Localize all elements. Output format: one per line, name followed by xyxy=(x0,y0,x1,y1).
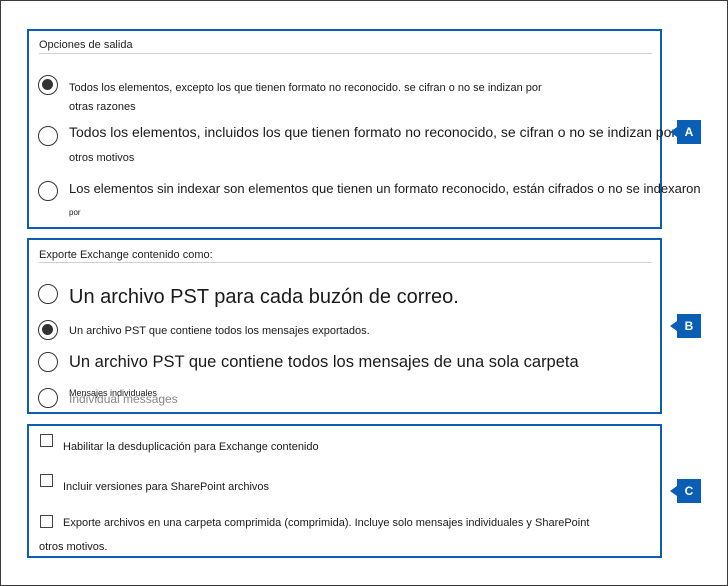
checkbox-label: Incluir versiones para SharePoint archiv… xyxy=(63,481,270,493)
checkbox-label: Habilitar la desduplicación para Exchang… xyxy=(63,441,319,453)
option-label: Todos los elementos, incluidos los que t… xyxy=(69,124,677,140)
option-label: Un archivo PST para cada buzón de correo… xyxy=(69,286,459,308)
option-label-cont: otros motivos xyxy=(69,152,135,164)
section-title: Exporte Exchange contenido como: xyxy=(39,249,213,261)
callout-badge-c: C xyxy=(670,479,701,503)
checkbox-sharepoint-versions[interactable] xyxy=(40,474,53,487)
option-label: Los elementos sin indexar son elementos … xyxy=(69,181,701,196)
option-label: Un archivo PST que contiene todos los me… xyxy=(69,353,579,371)
radio-all-including-unrecognized[interactable] xyxy=(38,126,58,146)
section-divider xyxy=(39,53,652,54)
radio-one-pst-all-messages[interactable] xyxy=(38,320,58,340)
checkbox-deduplication[interactable] xyxy=(40,434,53,447)
radio-pst-per-mailbox[interactable] xyxy=(38,284,58,304)
output-options-section: Opciones de salida Todos los elementos, … xyxy=(27,29,701,229)
checkbox-label: Exporte archivos en una carpeta comprimi… xyxy=(63,517,590,529)
radio-individual-messages[interactable] xyxy=(38,388,58,408)
callout-badge-b: B xyxy=(670,314,701,338)
option-label: Mensajes individuales xyxy=(69,388,158,398)
option-label: Todos los elementos, excepto los que tie… xyxy=(69,82,542,94)
option-label-cont: otras razones xyxy=(69,101,136,113)
radio-unindexed-only[interactable] xyxy=(38,181,58,201)
section-title: Opciones de salida xyxy=(39,39,133,51)
option-label: Un archivo PST que contiene todos los me… xyxy=(69,325,370,337)
radio-all-except-unrecognized[interactable] xyxy=(38,75,58,95)
checkbox-compressed-folder[interactable] xyxy=(40,515,53,528)
checkbox-label-cont: otros motivos. xyxy=(39,541,108,553)
exchange-export-section: Exporte Exchange contenido como: Un arch… xyxy=(27,238,662,414)
section-divider xyxy=(39,262,652,263)
callout-badge-a: A xyxy=(670,120,701,144)
extra-options-section: Habilitar la desduplicación para Exchang… xyxy=(27,424,662,558)
option-label-cont: por xyxy=(69,208,81,217)
radio-one-pst-single-folder[interactable] xyxy=(38,352,58,372)
